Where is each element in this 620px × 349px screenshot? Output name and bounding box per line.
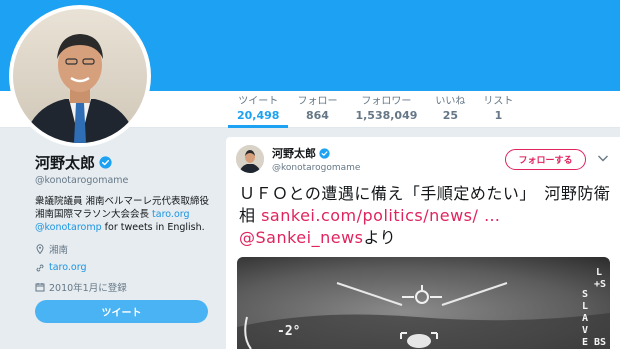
avatar-frame[interactable] <box>9 5 151 147</box>
link-icon <box>36 264 44 271</box>
stat-value: 1 <box>494 109 503 122</box>
chevron-down-icon[interactable] <box>595 150 611 166</box>
profile-stats: ツイート 20,498 フォロー 864 フォロワー 1,538,049 いいね… <box>228 95 522 128</box>
media-readout-angle: -2° <box>277 324 300 339</box>
calendar-icon <box>35 282 45 291</box>
tweet-author-handle[interactable]: @konotarogomame <box>272 163 360 173</box>
location-text: 湘南 <box>49 244 69 256</box>
stat-label: フォロワー <box>361 96 412 107</box>
tweet-link[interactable]: sankei.com/politics/news/ … <box>261 206 500 225</box>
stat-followers[interactable]: フォロワー 1,538,049 <box>346 95 426 128</box>
stat-value: 20,498 <box>237 109 280 122</box>
map-pin-icon <box>36 243 44 254</box>
website-link[interactable]: taro.org <box>49 262 87 273</box>
media-readout-char: BS <box>594 337 606 348</box>
media-readout-char: S <box>582 289 588 300</box>
bio-tail: for tweets in English. <box>101 222 205 233</box>
tweet-header: 河野太郎 @konotarogomame <box>236 145 360 173</box>
stat-label: フォロー <box>297 96 338 107</box>
profile-bio: 衆議院議員 湘南ベルマーレ元代表取締役 湘南国際マラソン大会会長 taro.or… <box>35 195 210 234</box>
media-readout-char: V <box>582 325 588 336</box>
stat-tweets[interactable]: ツイート 20,498 <box>228 95 289 128</box>
profile-name[interactable]: 河野太郎 <box>35 152 215 173</box>
tweet-mention[interactable]: @Sankei_news <box>239 228 364 247</box>
stat-value: 864 <box>305 109 329 122</box>
tweet-button[interactable]: ツイート <box>35 300 208 323</box>
avatar[interactable] <box>13 9 147 143</box>
stat-value: 25 <box>442 109 459 122</box>
profile-name-text: 河野太郎 <box>35 154 96 172</box>
media-readout-char: +S <box>594 279 606 290</box>
tweet-text: ＵＦＯとの遭遇に備え「手順定めたい」 河野防衛相 sankei.com/poli… <box>239 183 611 249</box>
stat-lists[interactable]: リスト 1 <box>474 95 522 128</box>
tweet-author-name[interactable]: 河野太郎 <box>272 145 360 161</box>
media-readout-char: L <box>596 267 602 278</box>
stat-value: 1,538,049 <box>355 109 418 122</box>
verified-badge-icon <box>319 147 330 159</box>
bio-site-link[interactable]: taro.org <box>152 209 190 220</box>
tweet-suffix: より <box>363 228 397 247</box>
joined-row: 2010年1月に登録 <box>35 279 215 294</box>
tweet-card[interactable]: 河野太郎 @konotarogomame フォローする ＵＦＯとの遭遇に備え「手… <box>226 137 620 349</box>
website-row: taro.org <box>35 260 215 275</box>
media-readout-char: L <box>582 301 588 312</box>
stat-label: リスト <box>483 96 514 107</box>
stat-label: ツイート <box>238 96 279 107</box>
profile-card: 河野太郎 @konotarogomame 衆議院議員 湘南ベルマーレ元代表取締役… <box>35 152 215 298</box>
bio-mention-link[interactable]: @konotaromp <box>35 222 102 233</box>
media-readout-char: A <box>582 313 588 324</box>
tweet-author-name-text: 河野太郎 <box>272 147 316 160</box>
profile-handle[interactable]: @konotarogomame <box>35 175 215 186</box>
profile-meta: 湘南 taro.org 2010年1月に登録 <box>35 241 215 294</box>
location-row: 湘南 <box>35 241 215 256</box>
tweet-media-image[interactable]: -2° L +S S L A V E BS <box>237 257 610 349</box>
stat-likes[interactable]: いいね 25 <box>426 95 474 128</box>
joined-text: 2010年1月に登録 <box>49 282 127 294</box>
tweet-avatar[interactable] <box>236 145 264 173</box>
stat-label: いいね <box>435 96 466 107</box>
tweet-author: 河野太郎 @konotarogomame <box>272 145 360 173</box>
follow-button[interactable]: フォローする <box>505 149 586 170</box>
verified-badge-icon <box>99 156 112 169</box>
media-readout-char: E <box>582 337 588 348</box>
stat-following[interactable]: フォロー 864 <box>288 95 346 128</box>
